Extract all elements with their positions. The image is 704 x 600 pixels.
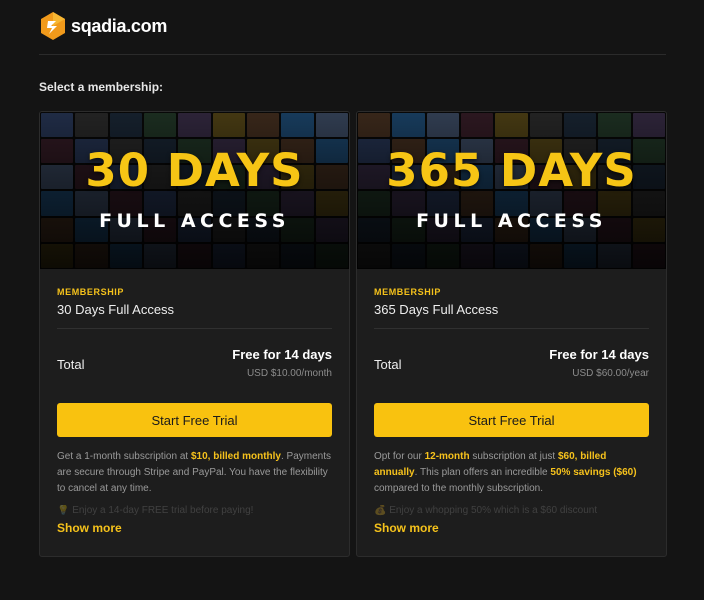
plan-description: Get a 1-month subscription at $10, bille… — [57, 451, 332, 494]
total-label: Total — [57, 357, 85, 372]
banner-subtitle: FULL ACCESS — [99, 210, 290, 232]
plan-description: Opt for our 12-month subscription at jus… — [374, 451, 637, 494]
plan-banner: 365 DAYS FULL ACCESS — [357, 112, 666, 269]
plan-title: 30 Days Full Access — [57, 302, 175, 317]
plan-banner: 30 DAYS FULL ACCESS — [40, 112, 349, 269]
plan-title: 365 Days Full Access — [374, 302, 499, 317]
price-main: Free for 14 days — [232, 347, 332, 362]
banner-duration: 365 DAYS — [386, 144, 637, 197]
plan-divider — [374, 328, 649, 329]
banner-subtitle: FULL ACCESS — [416, 210, 607, 232]
money-bag-icon: 💰 — [374, 505, 387, 516]
header-divider — [39, 54, 666, 55]
show-more-link[interactable]: Show more — [374, 521, 439, 535]
faded-perk: 💡 Enjoy a 14-day FREE trial before payin… — [57, 505, 332, 519]
faded-perk: 💰 Enjoy a whopping 50% which is a $60 di… — [374, 505, 649, 519]
price-sub: USD $10.00/month — [246, 368, 332, 379]
plan-card-365-days: 365 DAYS FULL ACCESS MEMBERSHIP 365 Days… — [356, 111, 667, 557]
sqadia-logo-icon[interactable] — [39, 10, 67, 42]
total-label: Total — [374, 357, 402, 372]
total-row: Total Free for 14 days USD $10.00/month — [57, 347, 332, 379]
price-block: Free for 14 days USD $10.00/month — [232, 347, 332, 379]
show-more-link[interactable]: Show more — [57, 521, 122, 535]
price-block: Free for 14 days USD $60.00/year — [549, 347, 649, 379]
faded-perk-text: Enjoy a whopping 50% which is a $60 disc… — [389, 505, 598, 516]
price-main: Free for 14 days — [549, 347, 649, 362]
total-row: Total Free for 14 days USD $60.00/year — [374, 347, 649, 379]
plan-kicker: MEMBERSHIP — [57, 287, 125, 297]
faded-perk-text: Enjoy a 14-day FREE trial before paying! — [72, 505, 254, 516]
lightbulb-icon: 💡 — [57, 505, 70, 516]
page-heading: Select a membership: — [39, 80, 164, 94]
price-sub: USD $60.00/year — [572, 368, 649, 379]
start-free-trial-button[interactable]: Start Free Trial — [57, 403, 332, 437]
site-header: sqadia.com — [39, 10, 167, 42]
brand-name[interactable]: sqadia.com — [71, 16, 167, 37]
plan-divider — [57, 328, 332, 329]
start-free-trial-button[interactable]: Start Free Trial — [374, 403, 649, 437]
plan-kicker: MEMBERSHIP — [374, 287, 442, 297]
banner-duration: 30 DAYS — [85, 144, 304, 197]
plan-card-30-days: 30 DAYS FULL ACCESS MEMBERSHIP 30 Days F… — [39, 111, 350, 557]
